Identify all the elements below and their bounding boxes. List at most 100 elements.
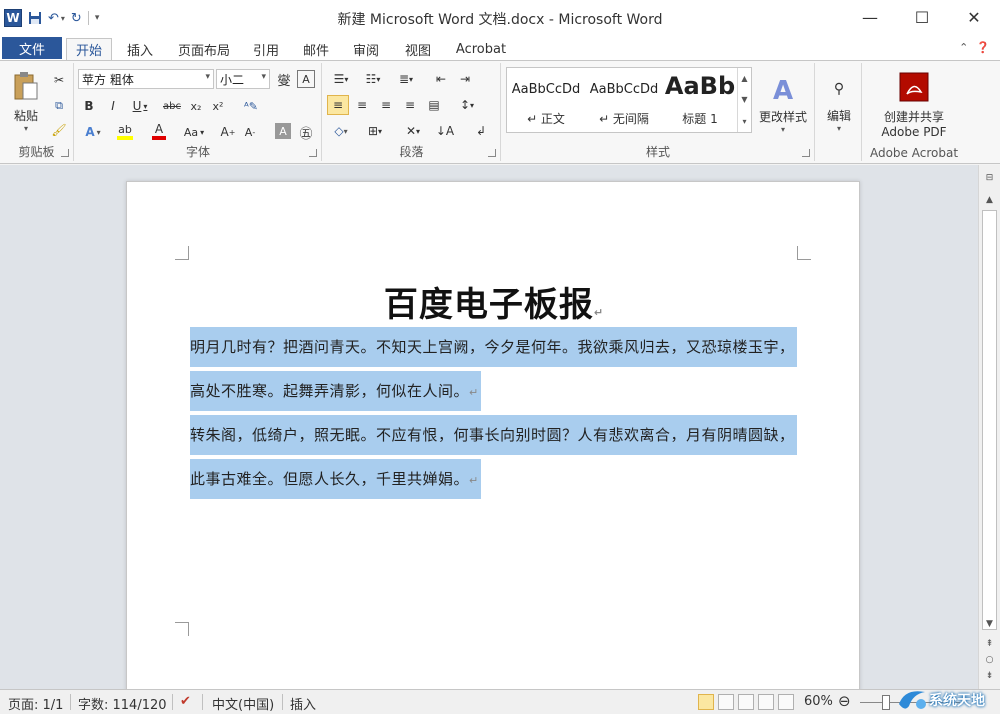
- full-screen-reading-view-icon[interactable]: [718, 694, 734, 710]
- selected-text-line[interactable]: 高处不胜寒。起舞弄清影，何似在人间。↵: [190, 371, 481, 411]
- editing-button[interactable]: ⚲ 编辑 ▾: [820, 69, 858, 145]
- tab-page-layout[interactable]: 页面布局: [172, 38, 236, 60]
- more-icon[interactable]: ▾: [742, 117, 746, 126]
- increase-indent-button[interactable]: ⇥: [455, 70, 475, 88]
- change-case-button[interactable]: Aa ▾: [179, 123, 209, 141]
- tab-insert[interactable]: 插入: [118, 38, 162, 60]
- scroll-up-icon[interactable]: ▲: [981, 193, 998, 207]
- multilevel-list-button[interactable]: ≣ ▾: [391, 70, 421, 88]
- enclose-characters-icon[interactable]: ㊄: [297, 123, 315, 142]
- font-color-button[interactable]: A: [145, 121, 173, 141]
- insert-mode-indicator[interactable]: 插入: [290, 694, 316, 713]
- subscript-button[interactable]: x₂: [187, 97, 205, 115]
- copy-icon[interactable]: ⧉: [50, 97, 68, 115]
- paste-button[interactable]: 粘贴 ▾: [6, 67, 46, 137]
- style-normal[interactable]: AaBbCcDd ↵ 正文: [507, 68, 585, 132]
- gallery-scroll[interactable]: ▲ ▼ ▾: [737, 68, 751, 132]
- character-shading-icon[interactable]: A: [275, 123, 291, 139]
- document-page[interactable]: 百度电子板报↵ 明月几时有？把酒问青天。不知天上宫阙，今夕是何年。我欲乘风归去，…: [126, 181, 860, 689]
- tab-view[interactable]: 视图: [396, 38, 440, 60]
- phonetic-guide-icon[interactable]: 燮: [275, 70, 293, 89]
- format-painter-icon[interactable]: 🖌: [50, 121, 68, 139]
- watermark-swirl-icon: [899, 691, 926, 709]
- paragraph-launcher-icon[interactable]: [488, 149, 496, 157]
- change-styles-button[interactable]: A 更改样式 ▾: [754, 67, 812, 143]
- clipboard-launcher-icon[interactable]: [61, 149, 69, 157]
- chevron-down-icon[interactable]: ▼: [741, 95, 747, 104]
- chinese-layout-button[interactable]: ✕ ▾: [399, 122, 427, 140]
- page-indicator[interactable]: 页面: 1/1: [8, 694, 63, 713]
- numbering-button[interactable]: ☷ ▾: [359, 70, 387, 88]
- highlight-color-button[interactable]: ab: [111, 121, 139, 141]
- ruler-toggle-icon[interactable]: ⊟: [981, 171, 998, 185]
- zoom-slider-thumb[interactable]: [882, 695, 890, 710]
- paragraph-mark-icon: ↵: [593, 306, 605, 319]
- previous-page-icon[interactable]: ⇞: [981, 637, 998, 651]
- style-heading-1[interactable]: AaBb 标题 1: [663, 68, 737, 132]
- tab-references[interactable]: 引用: [246, 38, 286, 60]
- draft-view-icon[interactable]: [778, 694, 794, 710]
- zoom-level[interactable]: 60%: [804, 694, 833, 709]
- grow-font-button[interactable]: A +: [219, 123, 237, 141]
- align-center-button[interactable]: ≡: [351, 96, 373, 114]
- minimize-ribbon-icon[interactable]: ⌃: [959, 41, 968, 54]
- superscript-button[interactable]: x²: [209, 97, 227, 115]
- select-browse-object-icon[interactable]: ○: [981, 653, 998, 667]
- underline-button[interactable]: U ▾: [129, 97, 151, 115]
- sort-icon[interactable]: ↓A: [435, 122, 455, 140]
- selected-text-line[interactable]: 此事古难全。但愿人长久，千里共婵娟。↵: [190, 459, 481, 499]
- scroll-thumb[interactable]: [982, 210, 997, 630]
- selected-text-line[interactable]: 明月几时有？把酒问青天。不知天上宫阙，今夕是何年。我欲乘风归去，又恐琼楼玉宇，: [190, 327, 797, 367]
- shading-button[interactable]: ◇ ▾: [327, 122, 355, 140]
- outline-view-icon[interactable]: [758, 694, 774, 710]
- align-left-button[interactable]: ≡: [327, 95, 349, 115]
- language-indicator[interactable]: 中文(中国): [212, 694, 274, 713]
- word-count[interactable]: 字数: 114/120: [78, 694, 167, 713]
- strikethrough-button[interactable]: abc: [161, 97, 183, 115]
- maximize-button[interactable]: ☐: [896, 0, 948, 34]
- chevron-up-icon[interactable]: ▲: [741, 74, 747, 83]
- zoom-out-icon[interactable]: ⊖: [838, 692, 851, 710]
- chevron-down-icon: ▾: [261, 72, 266, 82]
- style-no-spacing[interactable]: AaBbCcDd ↵ 无间隔: [585, 68, 663, 132]
- vertical-scrollbar[interactable]: ⊟ ▲ ▼ ⇞ ○ ⇟: [978, 165, 1000, 689]
- scroll-down-icon[interactable]: ▼: [981, 617, 998, 631]
- bold-button[interactable]: B: [81, 97, 97, 115]
- selected-text-line[interactable]: 转朱阁，低绮户，照无眠。不应有恨，何事长向别时圆？人有悲欢离合，月有阴晴圆缺，: [190, 415, 797, 455]
- paragraph-mark-icon: ↵: [469, 386, 479, 399]
- tab-review[interactable]: 审阅: [346, 38, 386, 60]
- font-launcher-icon[interactable]: [309, 149, 317, 157]
- shrink-font-button[interactable]: A-: [241, 123, 259, 141]
- tab-acrobat[interactable]: Acrobat: [448, 38, 514, 60]
- web-layout-view-icon[interactable]: [738, 694, 754, 710]
- borders-button[interactable]: ⊞ ▾: [361, 122, 389, 140]
- distributed-button[interactable]: ▤: [423, 96, 445, 114]
- decrease-indent-button[interactable]: ⇤: [431, 70, 451, 88]
- tab-home[interactable]: 开始: [66, 38, 112, 60]
- print-layout-view-icon[interactable]: [698, 694, 714, 710]
- align-right-button[interactable]: ≡: [375, 96, 397, 114]
- bullets-button[interactable]: ☰ ▾: [327, 70, 355, 88]
- justify-button[interactable]: ≡: [399, 96, 421, 114]
- show-marks-icon[interactable]: ↲: [471, 122, 491, 140]
- character-border-icon[interactable]: A: [297, 70, 315, 88]
- adobe-pdf-icon: [899, 72, 929, 101]
- text-effects-button[interactable]: A ▾: [79, 123, 107, 141]
- tab-file[interactable]: 文件: [2, 37, 62, 59]
- tab-mailings[interactable]: 邮件: [296, 38, 336, 60]
- clear-formatting-icon[interactable]: ᴬ✎: [241, 97, 261, 115]
- font-name-combo[interactable]: 苹方 粗体 ▾: [78, 69, 214, 89]
- cut-icon[interactable]: ✂: [50, 71, 68, 89]
- document-title[interactable]: 百度电子板报↵: [127, 277, 861, 326]
- minimize-button[interactable]: —: [844, 0, 896, 34]
- status-separator: [70, 694, 71, 710]
- proofing-icon[interactable]: ✔: [180, 694, 191, 709]
- help-icon[interactable]: ❓: [976, 41, 990, 54]
- styles-launcher-icon[interactable]: [802, 149, 810, 157]
- next-page-icon[interactable]: ⇟: [981, 669, 998, 683]
- italic-button[interactable]: I: [105, 97, 121, 115]
- font-size-combo[interactable]: 小二 ▾: [216, 69, 270, 89]
- create-pdf-button[interactable]: 创建并共享 Adobe PDF: [867, 67, 961, 143]
- close-button[interactable]: ✕: [948, 0, 1000, 34]
- line-spacing-button[interactable]: ↕ ▾: [453, 96, 481, 114]
